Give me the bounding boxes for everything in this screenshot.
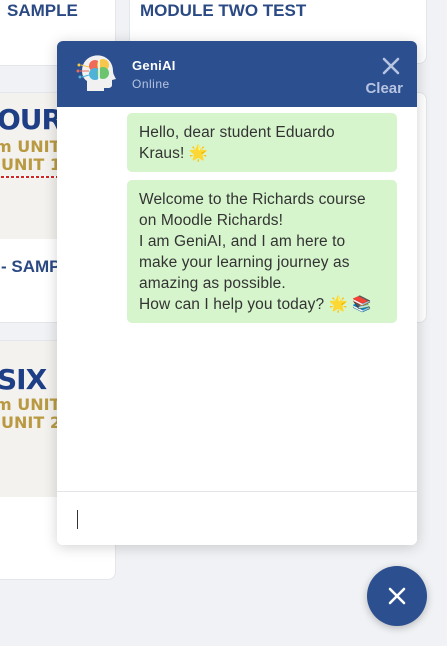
bot-name: GeniAI [132,58,176,73]
course-card-title[interactable]: - SAMP [1,257,61,277]
chat-header: GeniAI Online Clear [57,41,417,107]
close-icon [388,587,406,605]
banner-text: OUR [0,103,63,136]
course-card-title[interactable]: SAMPLE [7,1,78,21]
bot-message: Hello, dear student Eduardo Kraus! 🌟 [127,113,397,172]
text-caret [77,510,78,529]
course-card-title[interactable]: MODULE TWO TEST [140,1,306,21]
chat-window: GeniAI Online Clear Hello, dear student … [57,41,417,545]
brain-head-icon [73,51,121,95]
chat-toggle-button[interactable] [367,566,427,626]
banner-text: m UNIT [0,395,61,414]
banner-decoration [1,176,61,178]
message-input[interactable] [57,491,417,545]
banner-text: UNIT 1 [1,155,61,174]
banner-text: m UNIT [0,137,61,156]
banner-text: UNIT 2 [1,413,61,432]
bot-message: Welcome to the Richards course on Moodle… [127,180,397,323]
bot-status: Online [132,77,170,91]
message-list: Hello, dear student Eduardo Kraus! 🌟 Wel… [57,107,417,491]
close-icon[interactable] [379,54,403,78]
banner-text: SIX [0,363,47,396]
clear-chat-button[interactable]: Clear [365,80,403,97]
